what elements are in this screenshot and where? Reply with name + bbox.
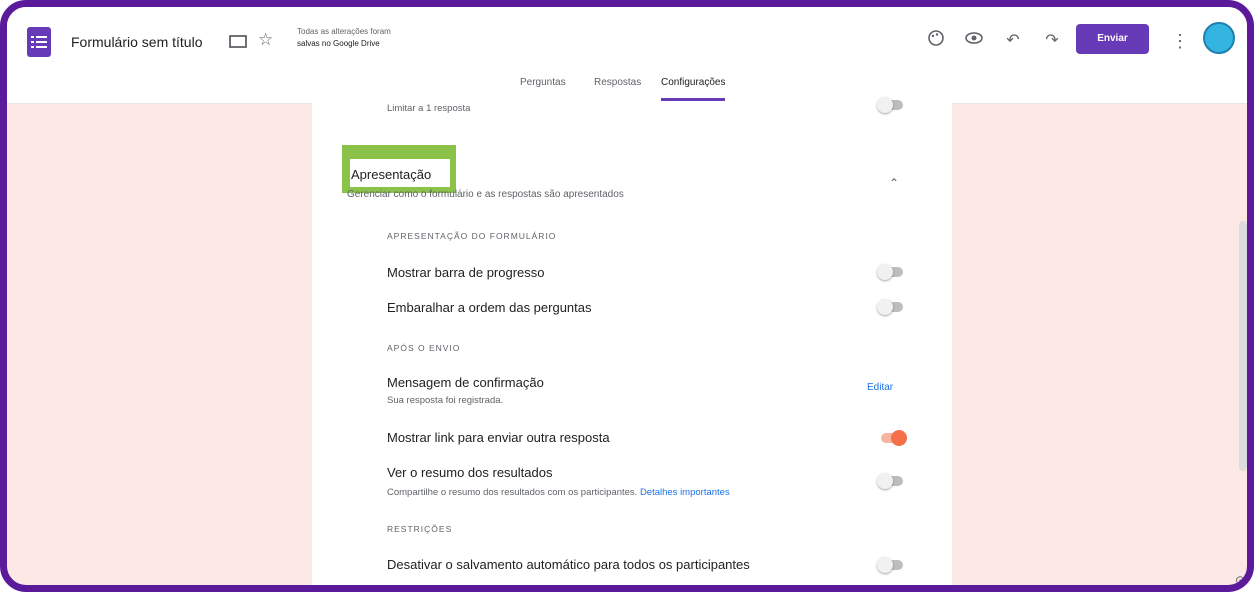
show-link-label: Mostrar link para enviar outra resposta bbox=[387, 430, 610, 445]
app-frame: Formulário sem título ☆ Todas as alteraç… bbox=[0, 0, 1254, 592]
autosave-toggle[interactable] bbox=[877, 557, 907, 573]
star-icon[interactable]: ☆ bbox=[258, 31, 273, 48]
more-icon[interactable]: ⋮ bbox=[1171, 29, 1189, 53]
summary-desc-text: Compartilhe o resumo dos resultados com … bbox=[387, 487, 638, 498]
shuffle-label: Embaralhar a ordem das perguntas bbox=[387, 300, 592, 315]
tab-perguntas[interactable]: Perguntas bbox=[520, 77, 566, 98]
show-link-toggle[interactable] bbox=[877, 430, 907, 446]
save-status-line1: Todas as alterações foram bbox=[297, 27, 391, 36]
folder-icon[interactable] bbox=[229, 34, 247, 53]
save-status-line2: salvas no Google Drive bbox=[297, 39, 380, 48]
summary-description: Compartilhe o resumo dos resultados com … bbox=[387, 487, 730, 498]
summary-label: Ver o resumo dos resultados bbox=[387, 465, 553, 480]
corner-icon[interactable]: ⊙ bbox=[1235, 573, 1245, 585]
scrollbar[interactable] bbox=[1239, 221, 1247, 471]
tab-respostas[interactable]: Respostas bbox=[594, 77, 641, 98]
chevron-up-icon[interactable]: ⌃ bbox=[889, 176, 899, 190]
undo-icon[interactable]: ↶ bbox=[1001, 29, 1025, 53]
important-details-link[interactable]: Detalhes importantes bbox=[640, 487, 730, 498]
form-presentation-caption: APRESENTAÇÃO DO FORMULÁRIO bbox=[387, 231, 557, 241]
shuffle-toggle[interactable] bbox=[877, 299, 907, 315]
section-title[interactable]: Apresentação bbox=[351, 167, 431, 182]
partial-row-label: Limitar a 1 resposta bbox=[387, 103, 471, 114]
palette-icon[interactable] bbox=[924, 29, 948, 53]
edit-confirmation-link[interactable]: Editar bbox=[867, 382, 893, 393]
tab-configuracoes[interactable]: Configurações bbox=[661, 77, 726, 101]
progress-bar-label: Mostrar barra de progresso bbox=[387, 265, 545, 280]
forms-logo-icon[interactable] bbox=[27, 27, 51, 57]
section-description: Gerenciar como o formulário e as respost… bbox=[347, 189, 624, 200]
form-title[interactable]: Formulário sem título bbox=[71, 34, 202, 50]
preview-icon[interactable] bbox=[962, 29, 986, 53]
progress-bar-toggle[interactable] bbox=[877, 264, 907, 280]
summary-toggle[interactable] bbox=[877, 473, 907, 489]
avatar[interactable] bbox=[1203, 22, 1235, 54]
partial-row-toggle[interactable] bbox=[877, 97, 907, 113]
send-button[interactable]: Enviar bbox=[1076, 24, 1149, 54]
confirmation-value: Sua resposta foi registrada. bbox=[387, 395, 504, 406]
restrictions-caption: RESTRIÇÕES bbox=[387, 524, 453, 534]
save-status: Todas as alterações foram salvas no Goog… bbox=[297, 26, 391, 50]
confirmation-label: Mensagem de confirmação bbox=[387, 375, 544, 390]
redo-icon[interactable]: ↷ bbox=[1040, 29, 1064, 53]
after-send-caption: APÓS O ENVIO bbox=[387, 343, 461, 353]
top-header: Formulário sem título ☆ Todas as alteraç… bbox=[7, 7, 1247, 104]
autosave-label: Desativar o salvamento automático para t… bbox=[387, 557, 750, 572]
